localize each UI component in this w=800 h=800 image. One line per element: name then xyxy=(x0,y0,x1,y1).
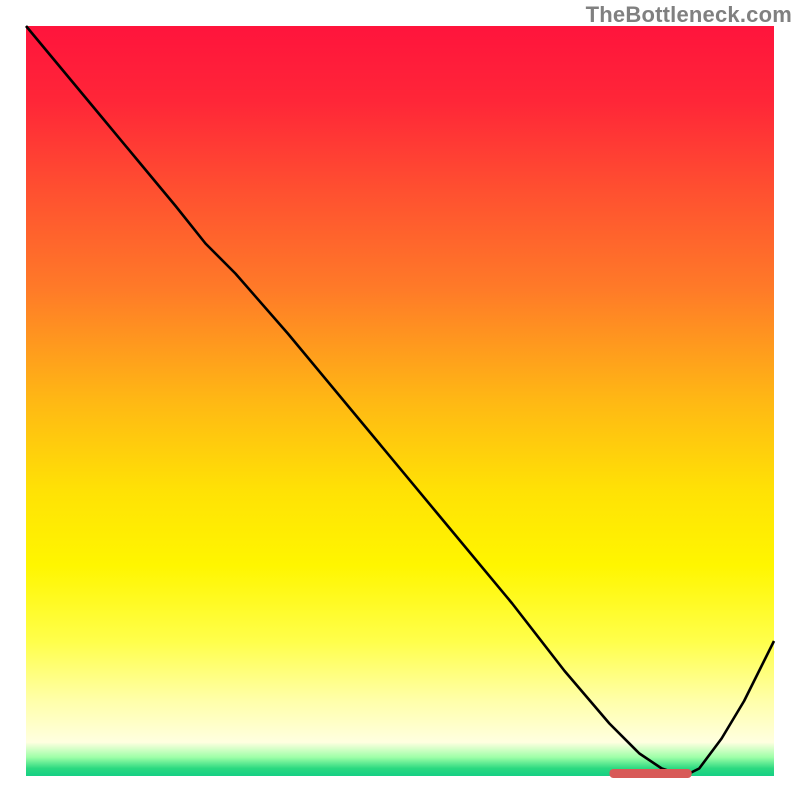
chart-container: { "watermark": "TheBottleneck.com", "col… xyxy=(0,0,800,800)
optimal-range-marker xyxy=(609,769,691,778)
bottleneck-chart xyxy=(0,0,800,800)
watermark-text: TheBottleneck.com xyxy=(586,2,792,28)
gradient-background xyxy=(26,26,774,776)
